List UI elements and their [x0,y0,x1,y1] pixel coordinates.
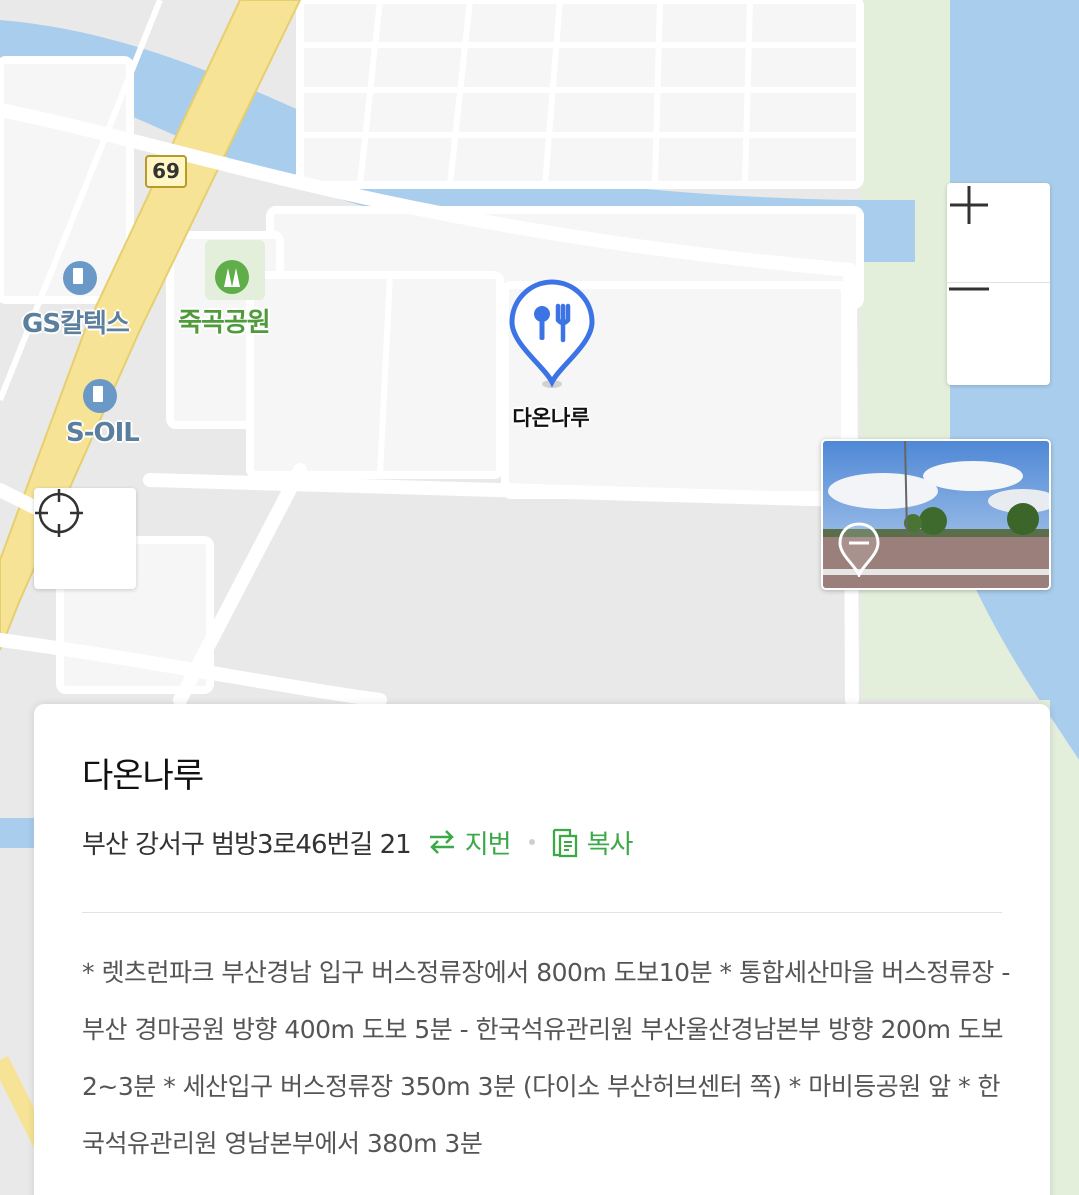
poi-gs-caltex-label[interactable]: GS칼텍스 [22,303,130,340]
zoom-control [947,183,1050,385]
copy-address-button[interactable]: 복사 [551,824,633,861]
streetview-pin-icon [838,522,880,577]
place-marker[interactable] [508,278,598,390]
restaurant-fork-knife-icon [509,279,595,388]
zoom-in-button[interactable] [947,183,1050,283]
copy-document-icon [551,826,579,858]
separator-dot [528,839,535,845]
route-69-shield: 69 [145,155,187,188]
address-text: 부산 강서구 범방3로46번길 21 [82,829,412,860]
zoom-out-button[interactable] [947,284,1050,384]
place-info-card: 다온나루 부산 강서구 범방3로46번길 21 지번 복사 * 렛츠런파크 부산… [34,704,1050,1195]
place-marker-label[interactable]: 다온나루 [496,402,606,432]
crosshair-icon [35,489,83,537]
address-row: 부산 강서구 범방3로46번길 21 지번 복사 [82,822,633,862]
current-location-button[interactable] [34,488,136,589]
streetview-thumbnail[interactable] [821,439,1051,590]
copy-label: 복사 [586,829,634,860]
plus-icon [950,186,988,224]
lot-number-button[interactable]: 지번 [427,824,512,861]
directions-text: * 렛츠런파크 부산경남 입구 버스정류장에서 800m 도보10분 * 통합세… [82,958,1010,1158]
lot-number-label: 지번 [464,829,512,860]
section-divider [82,912,1002,913]
poi-s-oil-label[interactable]: S-OIL [66,418,140,448]
place-title: 다온나루 [82,756,204,796]
minus-icon [949,287,989,291]
poi-park-label[interactable]: 죽곡공원 [178,302,271,339]
swap-arrows-icon [427,829,457,855]
